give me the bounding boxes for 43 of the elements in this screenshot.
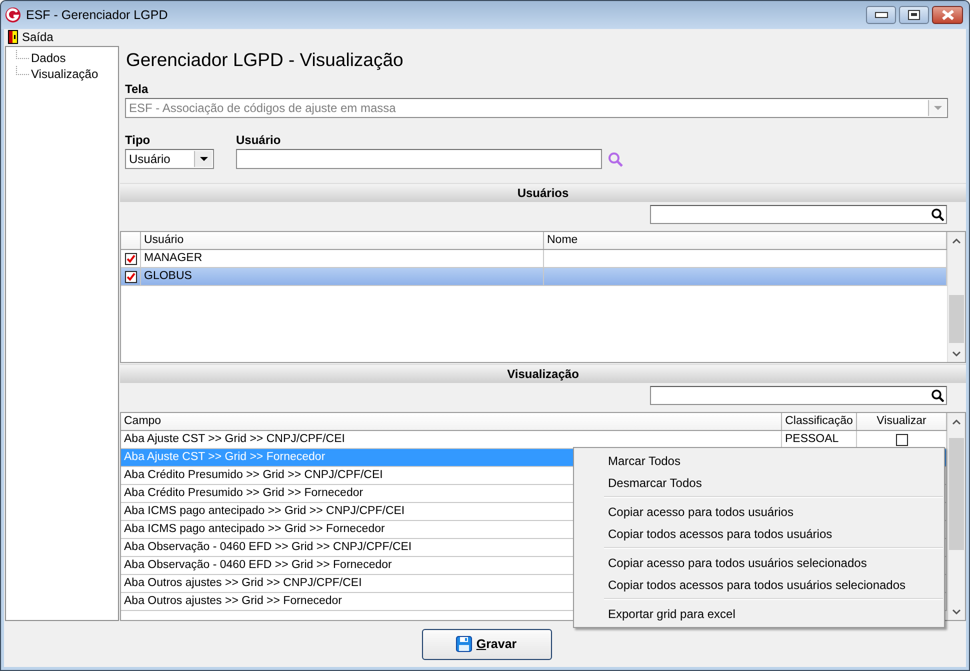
column-header: Campo	[121, 413, 782, 430]
scroll-up-icon[interactable]	[952, 418, 961, 424]
window-title: ESF - Gerenciador LGPD	[26, 8, 169, 22]
column-header: Usuário	[141, 232, 544, 249]
scrollbar[interactable]	[947, 413, 965, 620]
scroll-down-icon[interactable]	[952, 608, 961, 614]
dropdown-arrow-icon	[200, 157, 208, 161]
dropdown-arrow-icon	[934, 106, 942, 110]
table-cell: MANAGER	[141, 250, 544, 267]
checkbox[interactable]	[124, 252, 136, 264]
search-icon[interactable]	[931, 208, 944, 221]
scroll-down-icon[interactable]	[952, 350, 961, 356]
menu-item[interactable]: Saída	[22, 30, 54, 44]
search-icon[interactable]	[931, 389, 944, 402]
field-label: Usuário	[236, 133, 282, 147]
minimize-button[interactable]	[866, 6, 896, 24]
user-input-field[interactable]	[236, 149, 602, 169]
section-header: Visualização	[120, 364, 966, 383]
checkbox[interactable]	[124, 270, 136, 282]
close-icon	[940, 9, 954, 21]
app-logo-icon	[5, 7, 21, 23]
save-button[interactable]: Gravar	[422, 628, 552, 660]
column-header: Classificação	[782, 413, 857, 430]
screen-dropdown: ESF - Associação de códigos de ajuste em massa	[125, 98, 948, 118]
minimize-icon	[874, 12, 888, 18]
maximize-icon	[908, 10, 920, 20]
field-label: Tipo	[125, 133, 152, 147]
field-label: Tela	[125, 82, 150, 96]
tree-item[interactable]: Visualização	[31, 67, 98, 81]
door-icon[interactable]	[8, 30, 18, 44]
table-cell: GLOBUS	[141, 268, 544, 285]
tree-item[interactable]: Dados	[31, 51, 66, 65]
grid-row[interactable]: GLOBUS	[121, 268, 947, 286]
scrollbar[interactable]	[947, 232, 965, 362]
page-heading: Gerenciador LGPD - Visualização	[126, 48, 404, 72]
close-button[interactable]	[932, 6, 963, 24]
type-dropdown[interactable]: Usuário	[125, 149, 214, 169]
maximize-button[interactable]	[899, 6, 929, 24]
checkbox[interactable]	[896, 434, 908, 446]
section-header: Usuários	[120, 183, 966, 202]
search-field[interactable]	[650, 205, 947, 224]
search-field[interactable]	[650, 386, 947, 405]
scroll-up-icon[interactable]	[952, 238, 961, 244]
